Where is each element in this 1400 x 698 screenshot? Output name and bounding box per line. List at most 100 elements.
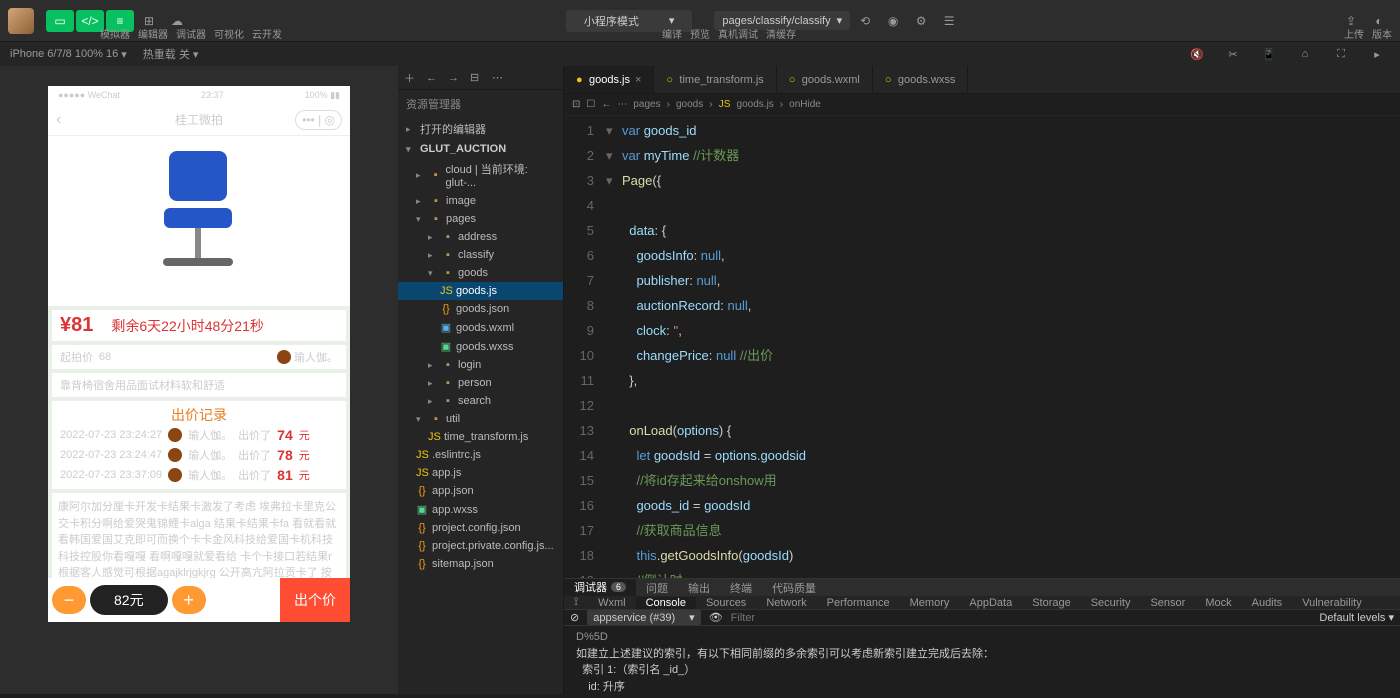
editor-tab[interactable]: ● goods.js × [564, 66, 654, 93]
fold-column[interactable]: ▾ ▾ ▾ [606, 116, 622, 578]
inspect-icon[interactable]: ⟟ [564, 596, 588, 609]
editor-tab[interactable]: ○ goods.wxml [777, 66, 873, 93]
mute-icon[interactable]: 🔇 [1184, 43, 1210, 65]
file-goods-wxss[interactable]: ▣goods.wxss [398, 337, 563, 356]
submit-bid-button[interactable]: 出个价 [280, 578, 350, 622]
home-icon[interactable]: ⌂ [1292, 43, 1318, 65]
countdown-text: 剩余6天22小时48分21秒 [111, 316, 264, 336]
minus-button[interactable]: − [52, 586, 86, 614]
file-eslintrc[interactable]: JS.eslintrc.js [398, 446, 563, 464]
file-app-wxss[interactable]: ▣app.wxss [398, 500, 563, 519]
cut-icon[interactable]: ✂ [1220, 43, 1246, 65]
crumb-goods[interactable]: goods [676, 99, 703, 110]
tab-quality[interactable]: 代码质量 [762, 579, 826, 596]
folder-goods[interactable]: ▾▪goods [398, 264, 563, 282]
mode-select-label: 小程序模式 [584, 13, 639, 29]
back-icon[interactable]: ← [601, 99, 611, 110]
back-icon[interactable]: ← [426, 72, 440, 84]
subtab-audits[interactable]: Audits [1242, 597, 1293, 609]
subtab-console[interactable]: Console [636, 597, 696, 609]
tab-output[interactable]: 输出 [678, 579, 720, 596]
bid-user: 瑜人伽。 [188, 467, 232, 483]
subtab-appdata[interactable]: AppData [959, 597, 1022, 609]
levels-select[interactable]: Default levels ▾ [1319, 611, 1394, 624]
more-icon[interactable]: ⋯ [492, 71, 506, 84]
rotate-icon[interactable]: 📱 [1256, 43, 1282, 65]
subtab-sensor[interactable]: Sensor [1140, 597, 1195, 609]
subtab-storage[interactable]: Storage [1022, 597, 1081, 609]
file-sitemap[interactable]: {}sitemap.json [398, 555, 563, 573]
subtab-security[interactable]: Security [1081, 597, 1141, 609]
folder-classify[interactable]: ▸▪classify [398, 246, 563, 264]
file-time-transform[interactable]: JStime_transform.js [398, 428, 563, 446]
file-goods-json[interactable]: {}goods.json [398, 300, 563, 318]
clear-cache-button[interactable]: ☰ [936, 10, 962, 32]
subtab-network[interactable]: Network [756, 597, 816, 609]
capsule-menu[interactable]: ••• | ◎ [295, 110, 342, 130]
console-log[interactable]: D%5D 如建立上述建议的索引，有以下相同前缀的多余索引可以考虑新索引建立完成后… [564, 626, 1400, 698]
preview-button[interactable]: ◉ [880, 10, 906, 32]
file-goods-wxml[interactable]: ▣goods.wxml [398, 318, 563, 337]
file-project-private[interactable]: {}project.private.config.js... [398, 537, 563, 555]
explorer-toolbar: ＋ ← → ⊟ ⋯ [398, 66, 563, 90]
crumb-file[interactable]: goods.js [737, 99, 774, 110]
fullscreen-icon[interactable]: ⛶ [1328, 43, 1354, 65]
bid-price: 81 [277, 467, 293, 483]
file-app-json[interactable]: {}app.json [398, 482, 563, 500]
new-file-icon[interactable]: ＋ [404, 70, 418, 86]
editor-tab[interactable]: ○ goods.wxss [873, 66, 968, 93]
subtab-memory[interactable]: Memory [900, 597, 960, 609]
folder-person[interactable]: ▸▪person [398, 374, 563, 392]
hot-reload-toggle[interactable]: 热重载 关 ▾ [143, 46, 199, 62]
code-body[interactable]: var goods_idvar myTime //计数器Page({ data:… [622, 116, 1400, 578]
clear-icon[interactable]: ⊘ [570, 611, 579, 624]
tab-debugger[interactable]: 调试器6 [564, 579, 636, 596]
editor-tab[interactable]: ○ time_transform.js [654, 66, 776, 93]
simulator-label: 模拟器 [100, 26, 130, 41]
file-goods-js[interactable]: JSgoods.js [398, 282, 563, 300]
crumb-symbol[interactable]: onHide [789, 99, 821, 110]
subtab-sources[interactable]: Sources [696, 597, 756, 609]
more-icon[interactable]: ⋯ [617, 99, 627, 110]
back-icon[interactable]: ‹ [56, 111, 61, 129]
close-icon[interactable]: × [635, 74, 641, 86]
subtab-performance[interactable]: Performance [817, 597, 900, 609]
subtab-mock[interactable]: Mock [1195, 597, 1241, 609]
project-avatar[interactable] [8, 8, 34, 34]
breadcrumb[interactable]: ⊡ ☐ ← ⋯ pages› goods› JSgoods.js› onHide [564, 94, 1400, 116]
open-editors-section[interactable]: ▸打开的编辑器 [398, 118, 563, 140]
folder-util[interactable]: ▾▪util [398, 410, 563, 428]
folder-search[interactable]: ▸▪search [398, 392, 563, 410]
filter-input[interactable] [731, 612, 1312, 624]
code-editor[interactable]: 12345678910111213141516171819 ▾ ▾ ▾ var … [564, 116, 1400, 578]
goods-title: 靠背椅宿舍用品面试材料软和舒适 [60, 377, 225, 393]
folder-cloud[interactable]: ▸▪cloud | 当前环境: glut-... [398, 158, 563, 192]
folder-address[interactable]: ▸▪address [398, 228, 563, 246]
tab-problems[interactable]: 问题 [636, 579, 678, 596]
save-icon[interactable]: ⊡ [572, 99, 580, 110]
real-device-button[interactable]: ⚙ [908, 10, 934, 32]
compile-button[interactable]: ⟲ [852, 10, 878, 32]
tab-terminal[interactable]: 终端 [720, 579, 762, 596]
phone-scroll[interactable]: ¥81 剩余6天22小时48分21秒 起拍价 68 瑜人伽。 靠背椅宿舍用品面试… [48, 136, 350, 587]
folder-pages[interactable]: ▾▪pages [398, 210, 563, 228]
subtab-vulnerability[interactable]: Vulnerability [1292, 597, 1372, 609]
folder-image[interactable]: ▸▪image [398, 192, 563, 210]
forward-icon[interactable]: → [448, 72, 462, 84]
bookmark-icon[interactable]: ☐ [586, 99, 595, 110]
subtab-wxml[interactable]: Wxml [588, 597, 636, 609]
bid-input-display[interactable]: 82元 [90, 585, 168, 615]
file-app-js[interactable]: JSapp.js [398, 464, 563, 482]
more-icon[interactable]: ▸ [1364, 43, 1390, 65]
simulator-toggle[interactable]: ▭ [46, 10, 74, 32]
plus-button[interactable]: + [172, 586, 206, 614]
device-select[interactable]: iPhone 6/7/8 100% 16 ▾ [10, 48, 127, 61]
crumb-pages[interactable]: pages [633, 99, 660, 110]
collapse-icon[interactable]: ⊟ [470, 71, 484, 84]
file-project-config[interactable]: {}project.config.json [398, 519, 563, 537]
folder-login[interactable]: ▸▪login [398, 356, 563, 374]
eye-icon[interactable]: 👁 [709, 611, 723, 624]
context-select[interactable]: appservice (#39)▾ [587, 610, 700, 625]
project-root[interactable]: ▾GLUT_AUCTION [398, 140, 563, 158]
realdev-label: 真机调试 [718, 26, 758, 41]
